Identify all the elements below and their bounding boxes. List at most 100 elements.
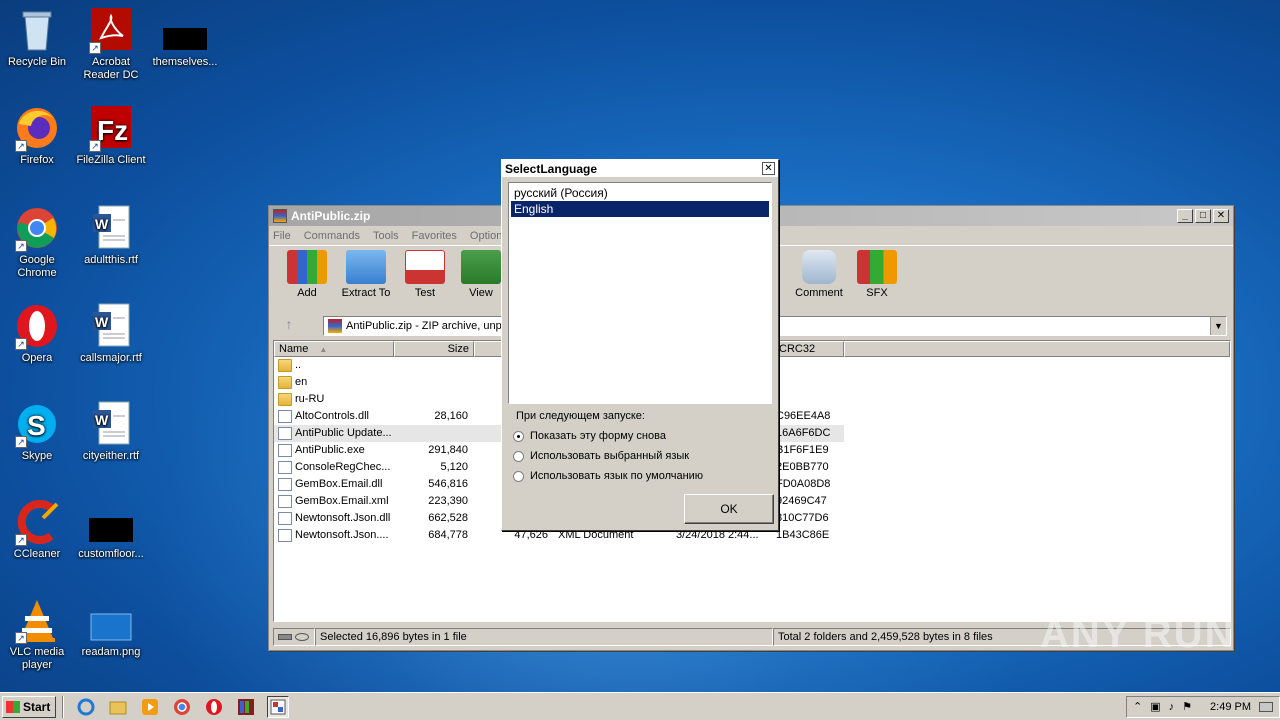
ie-icon[interactable] — [75, 696, 97, 718]
cell-size: 28,160 — [434, 410, 468, 422]
desktop-icon-adultthis[interactable]: W adultthis.rtf — [74, 204, 148, 267]
cell-name: AltoControls.dll — [274, 408, 394, 425]
column-filler — [844, 341, 1230, 357]
menu-tools[interactable]: Tools — [373, 230, 399, 242]
desktop-icon-readam[interactable]: readam.png — [74, 596, 148, 659]
sfx-button[interactable]: SFX — [849, 250, 905, 299]
desktop-icon-recycle-bin[interactable]: Recycle Bin — [0, 6, 74, 69]
chevron-down-icon[interactable]: ▼ — [1210, 317, 1226, 335]
file-icon — [278, 461, 292, 474]
folder-icon — [278, 376, 292, 389]
folder-icon — [278, 359, 292, 372]
file-name: GemBox.Email.xml — [295, 495, 389, 507]
desktop-icon-filezilla[interactable]: Fz ↗ FileZilla Client — [74, 104, 148, 167]
add-icon — [287, 250, 327, 284]
language-item-russian[interactable]: русский (Россия) — [511, 185, 769, 201]
desktop-icon-customfloor[interactable]: customfloor... — [74, 498, 148, 561]
status-selected: Selected 16,896 bytes in 1 file — [315, 628, 773, 646]
radio-use-selected-language[interactable]: Использовать выбранный язык — [513, 450, 689, 462]
file-name: ru-RU — [295, 393, 325, 405]
desktop-icon-themselves[interactable]: themselves... — [148, 6, 222, 69]
extract-to-button[interactable]: Extract To — [335, 250, 397, 299]
chevron-up-icon[interactable]: ⌃ — [1133, 700, 1142, 713]
cell-size — [394, 357, 474, 374]
cell-size: 546,816 — [428, 478, 468, 490]
radio-use-default-language[interactable]: Использовать язык по умолчанию — [513, 470, 703, 482]
desktop-icon-acrobat[interactable]: ↗ Acrobat Reader DC — [74, 6, 148, 82]
drive-icon[interactable] — [273, 628, 315, 646]
cell-name: Newtonsoft.Json.... — [274, 527, 394, 544]
language-item-english[interactable]: English — [511, 201, 769, 217]
file-icon — [278, 444, 292, 457]
cell-name: ConsoleRegChec... — [274, 459, 394, 476]
flag-icon[interactable]: ⚑ — [1182, 700, 1192, 713]
image-file-icon — [87, 596, 135, 644]
comment-button[interactable]: Comment — [789, 250, 849, 299]
network-icon[interactable]: ▣ — [1150, 700, 1160, 713]
radio-dot[interactable] — [513, 450, 524, 462]
add-button[interactable]: Add — [279, 250, 335, 299]
file-icon — [278, 529, 292, 542]
column-size[interactable]: Size — [394, 341, 474, 357]
radio-dot[interactable] — [513, 430, 524, 442]
shortcut-arrow-icon: ↗ — [15, 534, 27, 546]
maximize-button[interactable]: □ — [1195, 209, 1211, 223]
shortcut-arrow-icon: ↗ — [15, 240, 27, 252]
menu-file[interactable]: File — [273, 230, 291, 242]
desktop-icon-opera[interactable]: ↗ Opera — [0, 302, 74, 365]
window-title: AntiPublic.zip — [291, 209, 371, 223]
opera-icon: ↗ — [13, 302, 61, 350]
cell-crc: C96EE4A8 — [776, 410, 831, 422]
file-thumbnail-icon — [87, 498, 135, 546]
media-player-icon[interactable] — [139, 696, 161, 718]
close-button[interactable]: ✕ — [1213, 209, 1229, 223]
winrar-taskbar-icon[interactable] — [235, 696, 257, 718]
show-desktop-icon[interactable] — [1259, 701, 1273, 712]
shortcut-arrow-icon: ↗ — [15, 140, 27, 152]
desktop-icon-callsmajor[interactable]: W callsmajor.rtf — [74, 302, 148, 365]
ok-button[interactable]: OK — [684, 494, 774, 524]
test-button[interactable]: Test — [397, 250, 453, 299]
cell-name: Newtonsoft.Json.dll — [274, 510, 394, 527]
radio-dot[interactable] — [513, 470, 524, 482]
cell-name: .. — [274, 357, 394, 374]
desktop-icon-vlc[interactable]: ↗ VLC media player — [0, 596, 74, 672]
start-button[interactable]: Start — [2, 695, 56, 718]
language-list[interactable]: русский (Россия) English — [508, 182, 772, 404]
up-arrow-icon[interactable]: ↑ — [275, 316, 303, 336]
file-name: GemBox.Email.dll — [295, 478, 383, 490]
winrar-icon — [273, 209, 287, 223]
desktop-icon-chrome[interactable]: ↗ Google Chrome — [0, 204, 74, 280]
file-icon — [278, 478, 292, 491]
select-language-taskbar-icon[interactable] — [267, 695, 289, 718]
vlc-icon: ↗ — [13, 596, 61, 644]
cell-size: 662,528 — [428, 512, 468, 524]
column-crc32[interactable]: CRC32 — [774, 341, 844, 357]
cell-size — [394, 391, 474, 408]
file-icon — [278, 495, 292, 508]
close-icon[interactable]: ✕ — [762, 162, 775, 175]
file-name: Newtonsoft.Json.... — [295, 529, 389, 541]
cell-name: ru-RU — [274, 391, 394, 408]
column-name[interactable]: Name ▲ — [274, 341, 394, 357]
minimize-button[interactable]: _ — [1177, 209, 1193, 223]
clock[interactable]: 2:49 PM — [1210, 701, 1251, 713]
desktop-icon-cityeither[interactable]: W cityeither.rtf — [74, 400, 148, 463]
explorer-folder-icon[interactable] — [107, 696, 129, 718]
cell-size: 291,840 — [428, 444, 468, 456]
cell-crc: 810C77D6 — [776, 512, 829, 524]
speaker-icon[interactable]: ♪ — [1169, 701, 1175, 713]
menu-favorites[interactable]: Favorites — [412, 230, 457, 242]
filezilla-icon: Fz ↗ — [87, 104, 135, 152]
word-document-icon: W — [87, 204, 135, 252]
desktop-icon-skype[interactable]: S ↗ Skype — [0, 400, 74, 463]
desktop-icon-firefox[interactable]: ↗ Firefox — [0, 104, 74, 167]
radio-show-form-again[interactable]: Показать эту форму снова — [513, 430, 666, 442]
dialog-titlebar[interactable]: SelectLanguage ✕ — [502, 160, 778, 178]
chrome-taskbar-icon[interactable] — [171, 696, 193, 718]
cell-crc: 16A6F6DC — [776, 427, 831, 439]
menu-commands[interactable]: Commands — [304, 230, 360, 242]
cell-name: GemBox.Email.xml — [274, 493, 394, 510]
opera-taskbar-icon[interactable] — [203, 696, 225, 718]
desktop-icon-ccleaner[interactable]: ↗ CCleaner — [0, 498, 74, 561]
